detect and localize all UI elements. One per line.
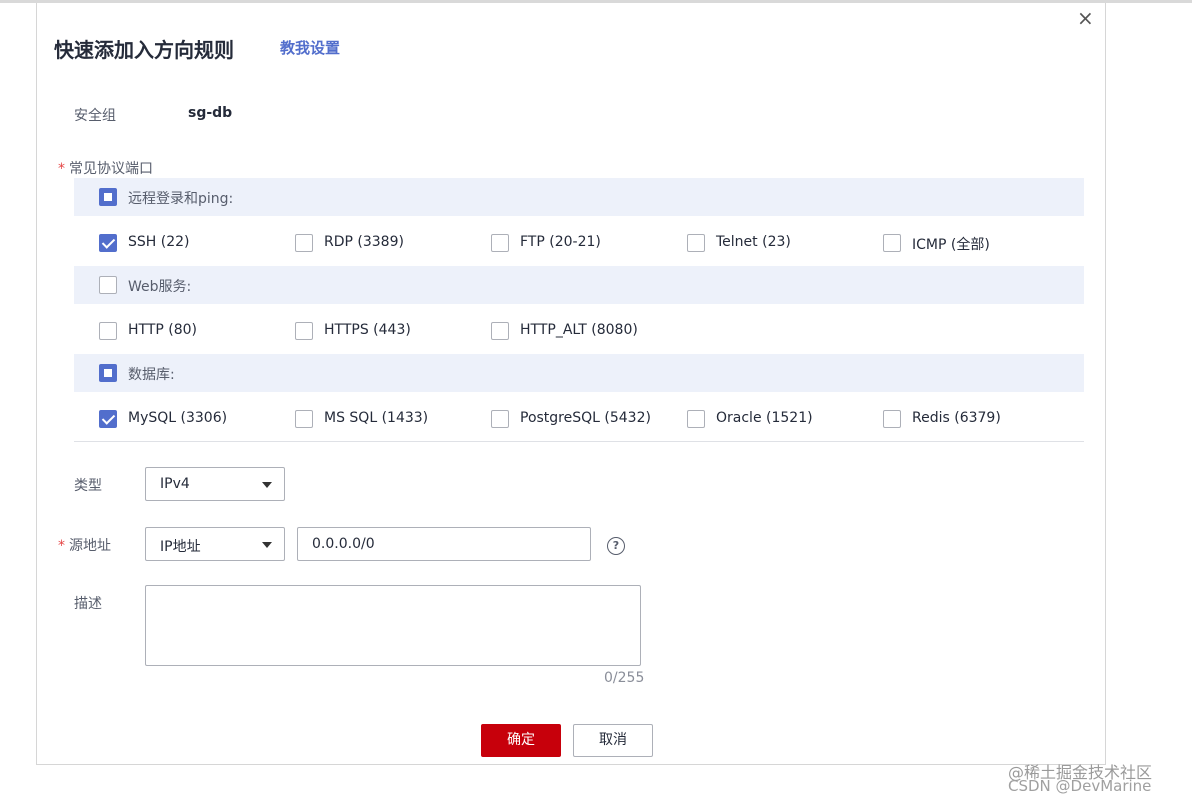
port-ssh-label[interactable]: SSH (22): [128, 234, 190, 250]
description-label: 描述: [74, 596, 102, 612]
source-address-input[interactable]: [297, 527, 591, 561]
group-remote-login-checkbox[interactable]: [99, 188, 117, 206]
port-mysql-checkbox[interactable]: [99, 410, 117, 428]
port-telnet-label[interactable]: Telnet (23): [716, 234, 791, 250]
port-https-label[interactable]: HTTPS (443): [324, 322, 411, 338]
port-ftp-checkbox[interactable]: [491, 234, 509, 252]
watermark-line2: CSDN @DevMarine: [1008, 777, 1152, 795]
port-mssql-label[interactable]: MS SQL (1433): [324, 410, 428, 426]
confirm-button[interactable]: 确定: [481, 724, 561, 757]
port-http-alt-checkbox[interactable]: [491, 322, 509, 340]
chevron-down-icon: [262, 482, 272, 488]
type-label: 类型: [74, 478, 102, 494]
port-ssh-checkbox[interactable]: [99, 234, 117, 252]
group-remote-login-label: 远程登录和ping:: [128, 191, 234, 207]
group-database: [74, 354, 1084, 392]
port-http-label[interactable]: HTTP (80): [128, 322, 197, 338]
group-web-service-checkbox[interactable]: [99, 276, 117, 294]
port-http-alt-label[interactable]: HTTP_ALT (8080): [520, 322, 638, 338]
ports-label-text: 常见协议端口: [69, 161, 153, 177]
source-type-select-value: IP地址: [160, 539, 201, 555]
source-label: * 源地址: [58, 535, 111, 555]
port-postgresql-label[interactable]: PostgreSQL (5432): [520, 410, 651, 426]
port-rdp-label[interactable]: RDP (3389): [324, 234, 404, 250]
close-icon[interactable]: ×: [1077, 6, 1094, 30]
ports-divider: [74, 441, 1084, 442]
source-label-text: 源地址: [69, 538, 111, 554]
port-mssql-checkbox[interactable]: [295, 410, 313, 428]
port-redis-label[interactable]: Redis (6379): [912, 410, 1001, 426]
port-telnet-checkbox[interactable]: [687, 234, 705, 252]
port-http-checkbox[interactable]: [99, 322, 117, 340]
port-oracle-label[interactable]: Oracle (1521): [716, 410, 813, 426]
ports-label: * 常见协议端口: [58, 158, 153, 178]
cancel-button[interactable]: 取消: [573, 724, 653, 757]
description-counter: 0/255: [604, 670, 645, 686]
required-mark: *: [58, 161, 65, 177]
chevron-down-icon: [262, 542, 272, 548]
dialog-title: 快速添加入方向规则: [54, 38, 234, 62]
help-icon[interactable]: ?: [607, 537, 625, 555]
required-mark: *: [58, 538, 65, 554]
security-group-label: 安全组: [74, 108, 116, 124]
port-ftp-label[interactable]: FTP (20-21): [520, 234, 601, 250]
port-mysql-label[interactable]: MySQL (3306): [128, 410, 227, 426]
type-select-value: IPv4: [160, 476, 190, 492]
description-textarea[interactable]: [145, 585, 641, 666]
group-web-service: [74, 266, 1084, 304]
type-select[interactable]: IPv4: [145, 467, 285, 501]
port-oracle-checkbox[interactable]: [687, 410, 705, 428]
port-icmp-label[interactable]: ICMP (全部): [912, 234, 990, 254]
group-database-label: 数据库:: [128, 367, 175, 383]
port-postgresql-checkbox[interactable]: [491, 410, 509, 428]
group-database-checkbox[interactable]: [99, 364, 117, 382]
port-redis-checkbox[interactable]: [883, 410, 901, 428]
security-group-value: sg-db: [188, 105, 233, 121]
help-link[interactable]: 教我设置: [280, 37, 340, 58]
source-type-select[interactable]: IP地址: [145, 527, 285, 561]
port-https-checkbox[interactable]: [295, 322, 313, 340]
group-web-service-label: Web服务:: [128, 279, 192, 295]
port-rdp-checkbox[interactable]: [295, 234, 313, 252]
port-icmp-checkbox[interactable]: [883, 234, 901, 252]
